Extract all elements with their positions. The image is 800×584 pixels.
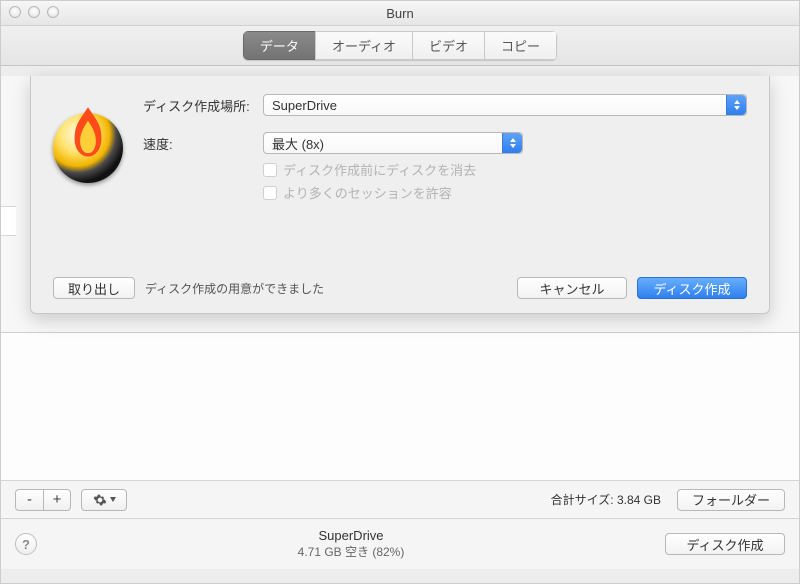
plus-icon: + — [53, 491, 62, 508]
minus-icon: - — [27, 491, 32, 508]
location-select[interactable]: SuperDrive — [263, 94, 747, 116]
speed-select-value: 最大 (8x) — [272, 134, 324, 153]
background-fragment — [1, 206, 16, 236]
folder-button[interactable]: フォールダー — [677, 489, 785, 511]
folder-button-label: フォールダー — [692, 490, 770, 509]
mode-segmented-control: データ オーディオ ビデオ コピー — [243, 31, 557, 60]
minimize-window-button[interactable] — [28, 6, 40, 18]
traffic-lights — [9, 6, 59, 18]
sessions-checkbox[interactable] — [263, 186, 277, 200]
location-label: ディスク作成場所: — [143, 96, 263, 115]
burn-icon — [53, 113, 123, 183]
tab-data[interactable]: データ — [243, 31, 315, 60]
chevron-updown-icon — [726, 95, 746, 115]
burn-button[interactable]: ディスク作成 — [637, 277, 747, 299]
tab-audio[interactable]: オーディオ — [315, 31, 412, 60]
close-window-button[interactable] — [9, 6, 21, 18]
file-list-area — [1, 333, 799, 481]
add-item-button[interactable]: + — [43, 489, 71, 511]
drive-free-space: 4.71 GB 空き (82%) — [53, 545, 649, 561]
burn-button-label: ディスク作成 — [653, 279, 730, 298]
add-remove-group: - + — [15, 489, 71, 511]
erase-checkbox[interactable] — [263, 163, 277, 177]
total-size-label: 合計サイズ: 3.84 GB — [551, 491, 661, 508]
chevron-updown-icon — [502, 133, 522, 153]
location-select-value: SuperDrive — [272, 98, 337, 113]
status-bar: ? SuperDrive 4.71 GB 空き (82%) ディスク作成 — [1, 519, 799, 569]
speed-label: 速度: — [143, 134, 263, 153]
remove-item-button[interactable]: - — [15, 489, 43, 511]
window-title: Burn — [1, 6, 799, 21]
help-button[interactable]: ? — [15, 533, 37, 555]
help-icon: ? — [22, 537, 30, 552]
main-burn-button[interactable]: ディスク作成 — [665, 533, 785, 555]
titlebar: Burn — [1, 1, 799, 26]
chevron-down-icon — [110, 497, 116, 502]
tab-video[interactable]: ビデオ — [412, 31, 484, 60]
action-menu-button[interactable] — [81, 489, 127, 511]
gear-icon — [93, 493, 107, 507]
cancel-button[interactable]: キャンセル — [517, 277, 627, 299]
eject-button-label: 取り出し — [68, 279, 120, 298]
toolbar: データ オーディオ ビデオ コピー — [1, 26, 799, 66]
drive-info: SuperDrive 4.71 GB 空き (82%) — [53, 528, 649, 560]
burn-sheet: ディスク作成場所: SuperDrive 速度: 最大 (8x) — [30, 76, 770, 314]
erase-checkbox-label: ディスク作成前にディスクを消去 — [283, 160, 476, 179]
status-message: ディスク作成の用意ができました — [145, 280, 324, 297]
cancel-button-label: キャンセル — [539, 279, 604, 298]
sessions-checkbox-label: より多くのセッションを許容 — [283, 183, 452, 202]
sheet-backdrop: ディスク作成場所: SuperDrive 速度: 最大 (8x) — [1, 76, 799, 333]
drive-name: SuperDrive — [53, 528, 649, 545]
tab-copy[interactable]: コピー — [484, 31, 557, 60]
eject-button[interactable]: 取り出し — [53, 277, 135, 299]
zoom-window-button[interactable] — [47, 6, 59, 18]
speed-select[interactable]: 最大 (8x) — [263, 132, 523, 154]
app-window: Burn データ オーディオ ビデオ コピー — [0, 0, 800, 584]
main-burn-button-label: ディスク作成 — [686, 535, 763, 554]
list-toolbar: - + 合計サイズ: 3.84 GB フォールダー — [1, 481, 799, 519]
